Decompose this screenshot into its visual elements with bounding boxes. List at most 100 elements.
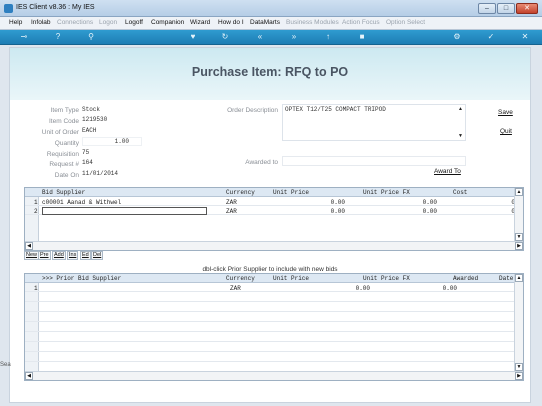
key-icon[interactable]: ⊸ xyxy=(14,32,34,42)
back-icon[interactable]: « xyxy=(253,32,267,42)
close-icon[interactable]: ✕ xyxy=(518,32,532,42)
unit-price-cell[interactable]: 0.00 xyxy=(331,208,345,215)
window-title: IES Client v8.36 : My IES xyxy=(16,4,95,11)
requisition-value: 75 xyxy=(82,149,90,156)
stop-icon[interactable]: ■ xyxy=(355,32,369,42)
menu-option-select[interactable]: Option Select xyxy=(386,19,425,26)
bids-grid: Bid Supplier Currency Unit Price Unit Pr… xyxy=(24,187,524,251)
check-icon[interactable]: ✓ xyxy=(484,32,498,42)
col-date[interactable]: Date xyxy=(499,275,513,282)
close-window-button[interactable]: ✕ xyxy=(516,3,538,14)
unit-price-cell[interactable]: 0.00 xyxy=(356,285,370,292)
scroll-down-icon[interactable]: ▼ xyxy=(515,233,523,241)
prior-vertical-scrollbar[interactable]: ▲ ▼ xyxy=(514,274,523,371)
unit-price-cell[interactable]: 0.00 xyxy=(331,199,345,206)
menu-business-modules[interactable]: Business Modules xyxy=(286,19,339,26)
col-unit-price[interactable]: Unit Price xyxy=(273,275,309,282)
awarded-to-field[interactable] xyxy=(282,156,466,166)
item-type-label: Item Type xyxy=(50,107,79,114)
row-number: 1 xyxy=(34,198,38,206)
menu-action-focus[interactable]: Action Focus xyxy=(342,19,380,26)
menu-logon[interactable]: Logon xyxy=(99,19,117,26)
unit-price-fx-cell[interactable]: 0.00 xyxy=(423,208,437,215)
menu-companion[interactable]: Companion xyxy=(151,19,184,26)
prior-horizontal-scrollbar[interactable]: ◀ ▶ xyxy=(25,371,523,380)
bids-horizontal-scrollbar[interactable]: ◀ ▶ xyxy=(25,241,523,250)
currency-cell[interactable]: ZAR xyxy=(230,285,241,292)
scroll-down-icon[interactable]: ▼ xyxy=(458,133,463,139)
quantity-label: Quantity xyxy=(54,140,79,147)
table-row xyxy=(25,304,515,312)
save-link[interactable]: Save xyxy=(498,109,513,116)
menu-connections[interactable]: Connections xyxy=(57,19,93,26)
scroll-down-icon[interactable]: ▼ xyxy=(515,363,523,371)
scroll-left-icon[interactable]: ◀ xyxy=(25,372,33,380)
up-icon[interactable]: ↑ xyxy=(321,32,335,42)
minimize-button[interactable]: – xyxy=(478,3,496,14)
currency-cell[interactable]: ZAR xyxy=(226,199,237,206)
maximize-button[interactable]: □ xyxy=(497,3,515,14)
add-button[interactable]: Add xyxy=(52,251,66,260)
scroll-right-icon[interactable]: ▶ xyxy=(515,242,523,250)
refresh-icon[interactable]: ↻ xyxy=(218,32,232,42)
col-unit-price[interactable]: Unit Price xyxy=(273,189,309,196)
bid-supplier-cell[interactable]: c00001 Aanad & Withwel xyxy=(42,199,121,206)
menu-logoff[interactable]: Logoff xyxy=(125,19,143,26)
menu-wizard[interactable]: Wizard xyxy=(190,19,210,26)
currency-cell[interactable]: ZAR xyxy=(226,208,237,215)
quit-link[interactable]: Quit xyxy=(500,128,512,135)
scroll-right-icon[interactable]: ▶ xyxy=(515,372,523,380)
new-button[interactable]: New xyxy=(24,251,40,260)
table-row xyxy=(25,294,515,302)
col-currency[interactable]: Currency xyxy=(226,275,255,282)
search-icon[interactable]: ⚲ xyxy=(84,32,98,42)
menu-infolab[interactable]: Infolab xyxy=(31,19,51,26)
unit-price-fx-cell[interactable]: 0.00 xyxy=(443,285,457,292)
heart-icon[interactable]: ♥ xyxy=(186,32,200,42)
ins-button[interactable]: Ins xyxy=(67,251,79,260)
window-titlebar: IES Client v8.36 : My IES – □ ✕ xyxy=(0,0,542,17)
scroll-up-icon[interactable]: ▲ xyxy=(458,106,463,112)
menu-how-do-i[interactable]: How do I xyxy=(218,19,244,26)
col-prior-bid-supplier[interactable]: >>> Prior Bid Supplier xyxy=(42,275,121,282)
awarded-to-label: Awarded to xyxy=(245,159,278,166)
del-button[interactable]: Del xyxy=(91,251,104,260)
settings-icon[interactable]: ⚙ xyxy=(450,32,464,42)
table-row[interactable]: 1 ZAR 0.00 0.00 xyxy=(25,284,515,292)
scroll-left-icon[interactable]: ◀ xyxy=(25,242,33,250)
item-code-label: Item Code xyxy=(49,118,79,125)
quantity-field[interactable]: 1.00 xyxy=(82,137,142,146)
table-row xyxy=(25,324,515,332)
scroll-up-icon[interactable]: ▲ xyxy=(515,188,523,196)
col-cost[interactable]: Cost xyxy=(453,189,467,196)
item-type-value: Stock xyxy=(82,106,101,113)
help-icon[interactable]: ? xyxy=(51,32,65,42)
scroll-up-icon[interactable]: ▲ xyxy=(515,274,523,282)
col-currency[interactable]: Currency xyxy=(226,189,255,196)
menu-help[interactable]: Help xyxy=(9,19,22,26)
table-row xyxy=(25,344,515,352)
unit-price-fx-cell[interactable]: 0.00 xyxy=(423,199,437,206)
col-bid-supplier[interactable]: Bid Supplier xyxy=(42,189,85,196)
prior-bids-grid: >>> Prior Bid Supplier Currency Unit Pri… xyxy=(24,273,524,381)
main-panel: Purchase Item: RFQ to PO Item Type Stock… xyxy=(9,47,531,403)
col-awarded[interactable]: Awarded xyxy=(453,275,478,282)
background-window-fragment: Sea xyxy=(0,362,11,368)
unit-of-order-label: Unit of Order xyxy=(41,129,79,136)
request-value: 164 xyxy=(82,159,93,166)
menu-bar: Help Infolab Connections Logon Logoff Co… xyxy=(0,17,542,30)
row-number: 1 xyxy=(34,284,38,292)
table-row[interactable]: 1 c00001 Aanad & Withwel ZAR 0.00 0.00 0 xyxy=(25,198,515,206)
ed-button[interactable]: Ed xyxy=(80,251,91,260)
bids-vertical-scrollbar[interactable]: ▲ ▼ xyxy=(514,188,523,241)
bid-supplier-input[interactable] xyxy=(42,207,207,215)
table-row[interactable]: 2 ZAR 0.00 0.00 0 xyxy=(25,207,515,215)
pre-button[interactable]: Pre xyxy=(38,251,51,260)
forward-icon[interactable]: » xyxy=(287,32,301,42)
col-unit-price-fx[interactable]: Unit Price FX xyxy=(363,189,410,196)
col-unit-price-fx[interactable]: Unit Price FX xyxy=(363,275,410,282)
award-to-link[interactable]: Award To xyxy=(434,168,461,175)
order-description-field[interactable]: OPTEX T12/T25 COMPACT TRIPOD ▲ ▼ xyxy=(282,104,466,141)
request-label: Request # xyxy=(49,161,79,168)
menu-datamarts[interactable]: DataMarts xyxy=(250,19,280,26)
